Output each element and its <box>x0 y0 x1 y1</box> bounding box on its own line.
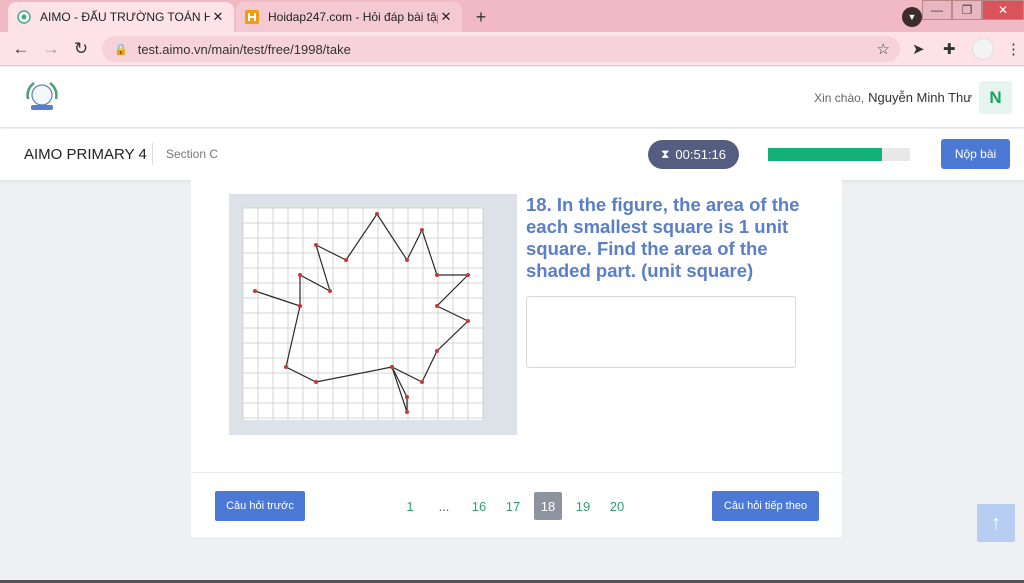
hoidap247-favicon-icon <box>245 10 259 24</box>
bookmark-star-icon[interactable]: ☆ <box>877 40 890 58</box>
lock-icon: 🔒 <box>114 43 128 56</box>
previous-question-button[interactable]: Câu hỏi trước <box>215 491 305 521</box>
close-window-icon[interactable]: ✕ <box>982 0 1024 20</box>
new-tab-button[interactable]: + <box>468 4 494 30</box>
tab-hoidap247[interactable]: Hoidap247.com - Hỏi đáp bài tập ✕ <box>236 2 462 32</box>
greeting-text: Xin chào, <box>814 91 865 105</box>
profile-menu-icon[interactable]: ▼ <box>902 7 922 27</box>
site-header: Xin chào, Nguyễn Minh Thư N <box>0 67 1024 128</box>
grid-figure <box>242 207 484 420</box>
user-name[interactable]: Nguyễn Minh Thư <box>868 90 972 105</box>
forward-arrow-icon[interactable]: → <box>40 38 62 60</box>
tab-title: Hoidap247.com - Hỏi đáp bài tập <box>268 10 438 24</box>
minimize-icon[interactable]: — <box>922 0 952 20</box>
scroll-to-top-button[interactable]: ↑ <box>977 504 1015 542</box>
close-tab-icon[interactable]: ✕ <box>210 9 226 25</box>
page-ellipsis: ... <box>438 498 450 514</box>
url-text: test.aimo.vn/main/test/free/1998/take <box>137 41 351 57</box>
aimo-favicon-icon <box>17 10 31 24</box>
section-label: Section C <box>166 147 219 161</box>
page-link[interactable]: 19 <box>569 492 597 520</box>
progress-fill <box>768 148 882 161</box>
divider <box>191 472 842 473</box>
question-text: 18. In the figure, the area of the each … <box>526 194 800 281</box>
cursor-extension-icon[interactable]: ➤ <box>912 40 925 58</box>
puzzle-extensions-icon[interactable]: ✚ <box>943 40 956 58</box>
divider <box>152 143 153 165</box>
tab-aimo[interactable]: AIMO - ĐẤU TRƯỜNG TOÁN HỌC ✕ <box>8 2 234 32</box>
arrow-up-icon: ↑ <box>991 511 1001 534</box>
question-figure <box>229 194 517 435</box>
close-tab-icon[interactable]: ✕ <box>438 9 454 25</box>
browser-profile-avatar[interactable] <box>972 38 994 60</box>
maximize-icon[interactable]: ❐ <box>952 0 982 20</box>
exam-bar: AIMO PRIMARY 4 Section C ⧗ 00:51:16 Nộp … <box>0 129 1024 180</box>
question-card: 18. In the figure, the area of the each … <box>191 180 842 537</box>
progress-bar <box>768 148 910 161</box>
window-controls: — ❐ ✕ <box>922 0 1024 22</box>
back-arrow-icon[interactable]: ← <box>10 38 32 60</box>
exam-title: AIMO PRIMARY 4 <box>24 146 147 163</box>
next-question-button[interactable]: Câu hỏi tiếp theo <box>712 491 819 521</box>
timer-value: 00:51:16 <box>675 147 727 162</box>
answer-input[interactable] <box>526 296 796 368</box>
browser-tab-bar: AIMO - ĐẤU TRƯỜNG TOÁN HỌC ✕ Hoidap247.c… <box>0 0 1024 32</box>
submit-button[interactable]: Nộp bài <box>941 139 1010 169</box>
browser-menu-icon[interactable]: ⋮ <box>1006 40 1021 58</box>
page-link[interactable]: 16 <box>465 492 493 520</box>
page-link[interactable]: 17 <box>499 492 527 520</box>
user-avatar[interactable]: N <box>979 81 1012 114</box>
aimo-logo[interactable] <box>24 79 60 113</box>
page-link-current[interactable]: 18 <box>534 492 562 520</box>
address-bar[interactable]: 🔒 test.aimo.vn/main/test/free/1998/take … <box>102 36 900 62</box>
reload-icon[interactable]: ↻ <box>70 38 92 60</box>
page-link[interactable]: 1 <box>396 492 424 520</box>
countdown-timer: ⧗ 00:51:16 <box>648 140 739 169</box>
greeting: Xin chào, Nguyễn Minh Thư <box>814 90 972 105</box>
hourglass-icon: ⧗ <box>660 147 670 161</box>
page-link[interactable]: 20 <box>603 492 631 520</box>
browser-toolbar: ← → ↻ 🔒 test.aimo.vn/main/test/free/1998… <box>0 32 1024 66</box>
tab-title: AIMO - ĐẤU TRƯỜNG TOÁN HỌC <box>40 10 210 24</box>
